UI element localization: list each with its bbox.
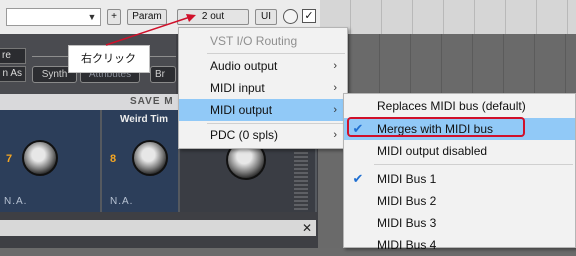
submenu-item-replaces-midi-bus[interactable]: Replaces MIDI bus (default): [344, 95, 575, 117]
chevron-right-icon: ›: [333, 104, 337, 116]
submenu-item-midi-bus-2[interactable]: MIDI Bus 2: [344, 190, 575, 212]
save-label: SAVE M: [130, 96, 174, 107]
param-button[interactable]: Param: [127, 9, 167, 25]
menu-item-audio-output[interactable]: Audio output ›: [179, 55, 347, 77]
ui-button[interactable]: UI: [255, 9, 277, 25]
context-menu: VST I/O Routing Audio output › MIDI inpu…: [178, 27, 348, 149]
submenu-item-label: MIDI Bus 2: [377, 194, 437, 208]
preset-button[interactable]: re: [0, 48, 26, 64]
track-grid-area: [320, 0, 576, 34]
submenu-item-label: Replaces MIDI bus (default): [377, 99, 526, 113]
knob-value: 7: [6, 153, 13, 165]
submenu-item-label: MIDI output disabled: [377, 144, 488, 158]
io-routing-button[interactable]: 2 out: [177, 9, 249, 25]
chevron-right-icon: ›: [333, 129, 337, 141]
menu-item-label: VST I/O Routing: [210, 34, 298, 48]
chevron-right-icon: ›: [333, 82, 337, 94]
submenu-item-label: Merges with MIDI bus: [377, 122, 494, 136]
bottom-panel-bar: [0, 220, 316, 236]
checkmark-icon: ✔: [352, 171, 364, 186]
wet-knob[interactable]: [283, 9, 298, 24]
annotation-callout: 右クリック: [68, 45, 150, 73]
submenu-item-merges-with-midi-bus[interactable]: ✔ Merges with MIDI bus: [344, 118, 575, 140]
submenu-item-label: MIDI Bus 4: [377, 238, 437, 252]
submenu-item-midi-output-disabled[interactable]: MIDI output disabled: [344, 140, 575, 162]
submenu-item-midi-bus-4[interactable]: MIDI Bus 4: [344, 234, 575, 256]
fx-select-dropdown[interactable]: ▼: [6, 8, 101, 26]
knob[interactable]: [132, 140, 168, 176]
bypass-checkbox[interactable]: ✓: [302, 9, 316, 23]
submenu-item-label: MIDI Bus 3: [377, 216, 437, 230]
submenu-item-label: MIDI Bus 1: [377, 172, 437, 186]
midi-output-submenu: Replaces MIDI bus (default) ✔ Merges wit…: [343, 93, 576, 252]
add-button[interactable]: +: [107, 9, 121, 25]
panel-title: Weird Tim: [120, 114, 168, 125]
chevron-right-icon: ›: [333, 60, 337, 72]
menu-item-label: MIDI input: [210, 81, 265, 95]
submenu-item-midi-bus-1[interactable]: ✔ MIDI Bus 1: [344, 168, 575, 190]
save-as-button[interactable]: n As: [0, 66, 26, 82]
knob-label: N.A.: [4, 196, 28, 207]
menu-item-midi-output[interactable]: MIDI output ›: [179, 99, 347, 121]
menu-item-label: PDC (0 spls): [210, 128, 279, 142]
menu-item-vst-io-routing: VST I/O Routing: [179, 30, 347, 52]
knob-value: 8: [110, 153, 117, 165]
menu-item-midi-input[interactable]: MIDI input ›: [179, 77, 347, 99]
close-icon[interactable]: ✕: [300, 221, 314, 235]
menu-item-label: Audio output: [210, 59, 278, 73]
chevron-down-icon: ▼: [87, 12, 97, 22]
menu-item-label: MIDI output: [210, 103, 273, 117]
level-meter: [294, 150, 308, 210]
menu-separator: [207, 53, 345, 54]
menu-item-pdc[interactable]: PDC (0 spls) ›: [179, 124, 347, 146]
browser-button[interactable]: Br: [150, 66, 176, 83]
checkmark-icon: ✔: [352, 121, 364, 136]
knob[interactable]: [22, 140, 58, 176]
submenu-item-midi-bus-3[interactable]: MIDI Bus 3: [344, 212, 575, 234]
menu-separator: [374, 164, 573, 165]
knob-label: N.A.: [110, 196, 134, 207]
